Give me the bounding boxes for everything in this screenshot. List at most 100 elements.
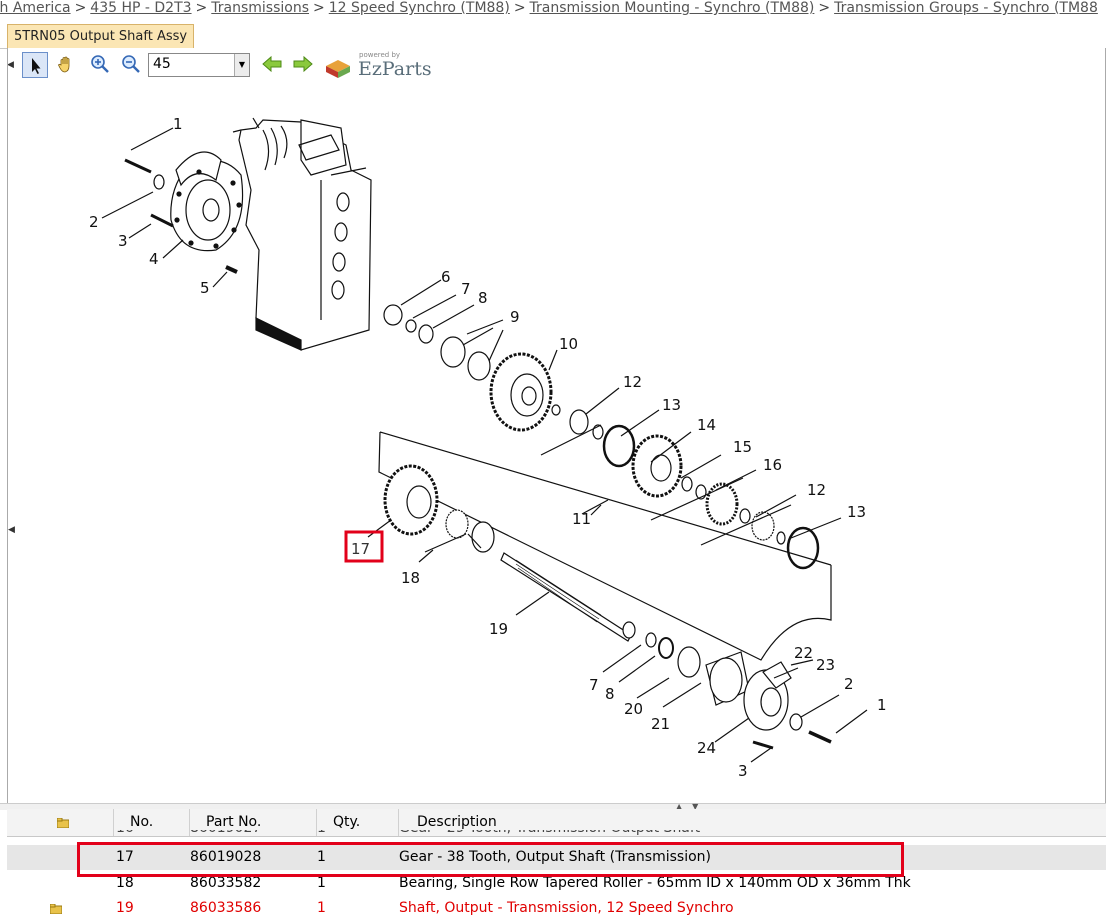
bolt-3b	[752, 740, 774, 750]
gear-10	[489, 352, 553, 432]
callout-6: 6	[441, 268, 451, 286]
breadcrumb-item-transmissions[interactable]: Transmissions	[211, 0, 309, 16]
cell-part-no: 86033586	[190, 900, 262, 916]
pin-5	[225, 265, 238, 274]
transmission-housing	[232, 117, 372, 351]
callout-3: 3	[118, 232, 128, 250]
callout-15: 15	[733, 438, 752, 456]
bolt-3	[150, 213, 174, 228]
callout-18: 18	[401, 569, 420, 587]
callout-16: 16	[763, 456, 782, 474]
cell-description: Shaft, Output - Transmission, 12 Speed S…	[399, 900, 734, 916]
breadcrumb-item-transmission-mounting[interactable]: Transmission Mounting - Synchro (TM88)	[530, 0, 815, 16]
bearing-cup-9	[440, 336, 466, 368]
tab-output-shaft-assy[interactable]: 5TRN05 Output Shaft Assy	[7, 24, 195, 48]
callout-12: 12	[623, 373, 642, 391]
synchro-13	[602, 424, 636, 468]
gear-16	[705, 482, 739, 526]
cell-qty: 1	[317, 830, 326, 841]
zoom-in-icon[interactable]	[88, 52, 114, 78]
cell-no: 16	[116, 830, 134, 841]
bolt-1	[124, 158, 152, 174]
breadcrumb-item-model[interactable]: 435 HP - D2T3	[90, 0, 191, 16]
breadcrumb-separator: >	[818, 0, 831, 16]
callout-23: 23	[816, 656, 835, 674]
washer-2	[153, 174, 165, 190]
breadcrumb-separator: >	[313, 0, 325, 16]
viewer-toolbar: ◀ 45 ▼ powered by EzParts	[8, 48, 1105, 84]
callout-8b: 8	[605, 685, 615, 703]
snap-ring-7	[405, 319, 417, 333]
callout-12b: 12	[807, 481, 826, 499]
callout-21: 21	[651, 715, 670, 733]
zoom-level-value: 45	[153, 56, 171, 72]
breadcrumb-separator: >	[513, 0, 526, 16]
zoom-level-select[interactable]: 45 ▼	[148, 53, 250, 77]
callout-24: 24	[697, 739, 716, 757]
callout-10: 10	[559, 335, 578, 353]
ezparts-cube-icon	[326, 60, 350, 78]
selected-row-highlight-box	[77, 842, 904, 877]
output-shaft-19	[500, 552, 636, 642]
callout-3b: 3	[738, 762, 748, 780]
breadcrumb-item-12-speed-synchro[interactable]: 12 Speed Synchro (TM88)	[329, 0, 510, 16]
cell-qty: 1	[317, 900, 326, 916]
exploded-parts-diagram: 1 2 3 4 5 6 7 8 9 10 11 12 13 14 15 16 1…	[89, 115, 887, 780]
callout-1: 1	[173, 115, 183, 133]
callout-7b: 7	[589, 676, 599, 694]
callout-2b: 2	[844, 675, 854, 693]
back-arrow-icon[interactable]	[260, 52, 286, 78]
callout-14: 14	[697, 416, 716, 434]
ezparts-logo: powered by EzParts	[324, 50, 436, 82]
end-cover-plate	[170, 151, 244, 252]
callout-17: 17	[351, 540, 370, 558]
breadcrumb-item-transmission-groups[interactable]: Transmission Groups - Synchro (TM88	[834, 0, 1098, 16]
folder-icon	[57, 818, 69, 828]
bearing-6	[383, 304, 403, 326]
bearing-cone-9	[467, 351, 491, 381]
callout-1b: 1	[877, 696, 887, 714]
washer-8b	[658, 637, 674, 659]
bearing-12b	[751, 511, 775, 541]
ring-15	[681, 476, 693, 492]
callout-5: 5	[200, 279, 210, 297]
callout-20: 20	[624, 700, 643, 718]
select-pointer-icon[interactable]	[22, 52, 48, 78]
table-row[interactable]: 16 86019027 1 Gear - 29 Tooth, Transmiss…	[7, 830, 1106, 842]
tab-strip: 5TRN05 Output Shaft Assy	[0, 20, 1106, 49]
snap-ring-7b	[645, 632, 657, 648]
rear-cover-21	[705, 651, 750, 706]
callout-8: 8	[478, 289, 488, 307]
cell-part-no: 86019027	[190, 830, 261, 841]
zoom-out-icon[interactable]	[119, 52, 145, 78]
bolt-1b	[808, 730, 832, 744]
bearing-cup-18	[471, 521, 495, 553]
breadcrumb-separator: >	[195, 0, 208, 16]
bearing-12	[569, 409, 589, 435]
callout-7: 7	[461, 280, 471, 298]
pan-hand-icon[interactable]	[54, 52, 80, 78]
callout-11: 11	[572, 510, 591, 528]
cell-no: 19	[116, 900, 134, 916]
ezparts-brand: EzParts	[358, 58, 432, 80]
callout-9: 9	[510, 308, 520, 326]
table-row[interactable]: 19 86033586 1 Shaft, Output - Transmissi…	[7, 896, 1106, 921]
callout-19: 19	[489, 620, 508, 638]
scroll-left-icon[interactable]: ◀	[8, 60, 15, 74]
gear-17	[383, 464, 439, 536]
callout-2: 2	[89, 213, 99, 231]
washer-8	[418, 324, 434, 344]
breadcrumb-separator: >	[74, 0, 87, 16]
bearing-cone-18	[445, 509, 469, 539]
synchro-13b	[786, 526, 820, 570]
cell-description: Gear - 29 Tooth, Transmission Output Sha…	[399, 830, 700, 841]
callout-22: 22	[794, 644, 813, 662]
chevron-down-icon[interactable]: ▼	[234, 54, 249, 76]
breadcrumb-item-region[interactable]: th America	[0, 0, 71, 16]
callout-13b: 13	[847, 503, 866, 521]
callout-4: 4	[149, 250, 159, 268]
seal-housing-22-23	[743, 661, 792, 731]
breadcrumb: th America >435 HP - D2T3 > Transmissions >1…	[0, 0, 1106, 20]
forward-arrow-icon[interactable]	[291, 52, 317, 78]
callout-13: 13	[662, 396, 681, 414]
